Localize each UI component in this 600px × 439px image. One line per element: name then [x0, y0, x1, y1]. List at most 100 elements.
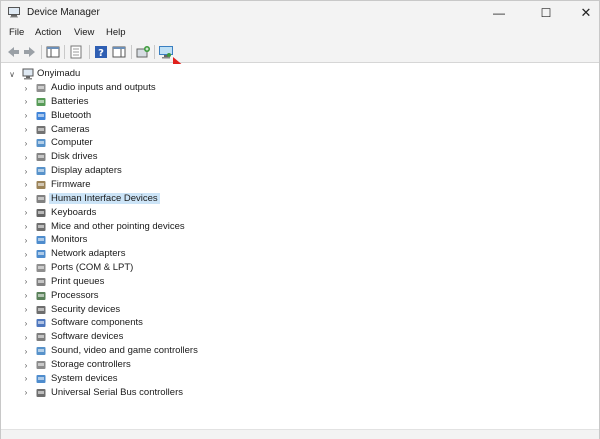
chevron-right-icon[interactable]: ›: [22, 84, 30, 93]
help-icon[interactable]: ?: [93, 44, 109, 60]
tree-category-item[interactable]: › Monitors: [2, 233, 302, 247]
keyboard-icon: [36, 208, 46, 217]
menu-file[interactable]: File: [9, 27, 24, 38]
window-title: Device Manager: [27, 7, 100, 18]
chevron-right-icon[interactable]: ›: [22, 180, 30, 189]
action-pane-icon[interactable]: [111, 44, 127, 60]
chevron-right-icon[interactable]: ›: [22, 125, 30, 134]
chevron-right-icon[interactable]: ›: [22, 388, 30, 397]
tree-category-label: Keyboards: [51, 206, 97, 218]
tree-category-item[interactable]: › System devices: [2, 372, 302, 386]
tree-category-item[interactable]: › Sound, video and game controllers: [2, 344, 302, 358]
status-bar: [1, 429, 599, 439]
chevron-right-icon[interactable]: ›: [22, 222, 30, 231]
tree-category-item[interactable]: › Ports (COM & LPT): [2, 261, 302, 275]
device-manager-icon: [8, 7, 20, 18]
tree-category-label: Monitors: [51, 234, 88, 246]
chevron-right-icon[interactable]: ›: [22, 333, 30, 342]
menu-help[interactable]: Help: [106, 27, 126, 38]
sound-controller-icon: [36, 347, 46, 356]
tree-category-item[interactable]: › Security devices: [2, 303, 302, 317]
tree-category-item[interactable]: › Storage controllers: [2, 358, 302, 372]
tree-category-label: Software components: [51, 317, 143, 329]
tree-category-item[interactable]: › Software devices: [2, 330, 302, 344]
tree-root[interactable]: ∨ Onyimadu: [2, 67, 202, 81]
show-hide-console-tree-icon[interactable]: [45, 44, 61, 60]
menu-view[interactable]: View: [74, 27, 94, 38]
tree-category-item[interactable]: › Mice and other pointing devices: [2, 220, 302, 234]
forward-icon[interactable]: [22, 44, 38, 60]
chevron-right-icon[interactable]: ›: [22, 305, 30, 314]
close-button[interactable]: ✕: [566, 1, 600, 25]
chevron-right-icon[interactable]: ›: [22, 139, 30, 148]
chevron-right-icon[interactable]: ›: [22, 250, 30, 259]
chevron-right-icon[interactable]: ›: [22, 194, 30, 203]
chevron-right-icon[interactable]: ›: [22, 208, 30, 217]
tree-category-label: Print queues: [51, 275, 105, 287]
monitor-icon: [36, 236, 46, 245]
tree-category-item[interactable]: › Disk drives: [2, 150, 302, 164]
chevron-right-icon[interactable]: ›: [22, 236, 30, 245]
tree-category-label: Processors: [51, 289, 99, 301]
security-device-icon: [36, 305, 46, 314]
chevron-right-icon[interactable]: ›: [22, 291, 30, 300]
tree-category-label: Universal Serial Bus controllers: [51, 386, 183, 398]
tree-category-label: Display adapters: [51, 165, 122, 177]
processor-icon: [36, 291, 46, 300]
chevron-right-icon[interactable]: ›: [22, 153, 30, 162]
computer-root-icon: [22, 68, 34, 80]
chevron-right-icon[interactable]: ›: [22, 111, 30, 120]
storage-controller-icon: [36, 361, 46, 369]
computer-icon: [36, 139, 46, 148]
tree-category-item[interactable]: › Display adapters: [2, 164, 302, 178]
tree-category-item[interactable]: › Batteries: [2, 95, 302, 109]
tree-category-item[interactable]: › Cameras: [2, 123, 302, 137]
software-device-icon: [36, 333, 46, 342]
chevron-right-icon[interactable]: ›: [22, 374, 30, 383]
back-icon[interactable]: [5, 44, 21, 60]
tree-category-label: Disk drives: [51, 151, 98, 163]
svg-text:?: ?: [98, 48, 104, 59]
menu-action[interactable]: Action: [35, 27, 61, 38]
tree-category-item[interactable]: › Computer: [2, 136, 302, 150]
tree-category-item[interactable]: › Bluetooth: [2, 109, 302, 123]
tree-category-label: Firmware: [51, 178, 91, 190]
camera-icon: [36, 125, 46, 134]
tree-category-item[interactable]: › Processors: [2, 289, 302, 303]
usb-icon: [36, 388, 46, 397]
chevron-right-icon[interactable]: ›: [22, 347, 30, 356]
tree-category-item[interactable]: › Human Interface Devices: [2, 192, 302, 206]
toolbar-separator: [89, 45, 90, 59]
tree-category-label: Sound, video and game controllers: [51, 345, 198, 357]
hid-icon: [36, 194, 46, 203]
chevron-right-icon[interactable]: ›: [22, 277, 30, 286]
tree-category-label: Software devices: [51, 331, 124, 343]
tree-category-item[interactable]: › Audio inputs and outputs: [2, 81, 302, 95]
port-icon: [36, 264, 46, 273]
chevron-right-icon[interactable]: ›: [22, 264, 30, 273]
tree-category-item[interactable]: › Software components: [2, 316, 302, 330]
disk-drive-icon: [36, 153, 46, 162]
chevron-down-icon[interactable]: ∨: [8, 70, 16, 79]
device-manager-window: Device Manager — ☐ ✕ File Action View He…: [0, 0, 600, 439]
chevron-right-icon[interactable]: ›: [22, 361, 30, 370]
chevron-right-icon[interactable]: ›: [22, 167, 30, 176]
chevron-right-icon[interactable]: ›: [22, 97, 30, 106]
tree-category-item[interactable]: › Network adapters: [2, 247, 302, 261]
tree-category-label: Bluetooth: [51, 109, 92, 121]
tree-category-label: Human Interface Devices: [49, 192, 160, 204]
tree-category-item[interactable]: › Firmware: [2, 178, 302, 192]
properties-icon[interactable]: [68, 44, 84, 60]
tree-category-item[interactable]: › Keyboards: [2, 206, 302, 220]
display-adapter-icon: [36, 167, 46, 176]
chevron-right-icon[interactable]: ›: [22, 319, 30, 328]
toolbar-separator: [131, 45, 132, 59]
minimize-button[interactable]: —: [479, 1, 519, 25]
tree-category-label: Mice and other pointing devices: [51, 220, 185, 232]
maximize-button[interactable]: ☐: [526, 1, 566, 25]
tree-category-item[interactable]: › Print queues: [2, 275, 302, 289]
tree-category-item[interactable]: › Universal Serial Bus controllers: [2, 386, 302, 400]
software-component-icon: [36, 319, 46, 328]
update-driver-icon[interactable]: [135, 44, 151, 60]
toolbar: ?: [1, 41, 599, 63]
